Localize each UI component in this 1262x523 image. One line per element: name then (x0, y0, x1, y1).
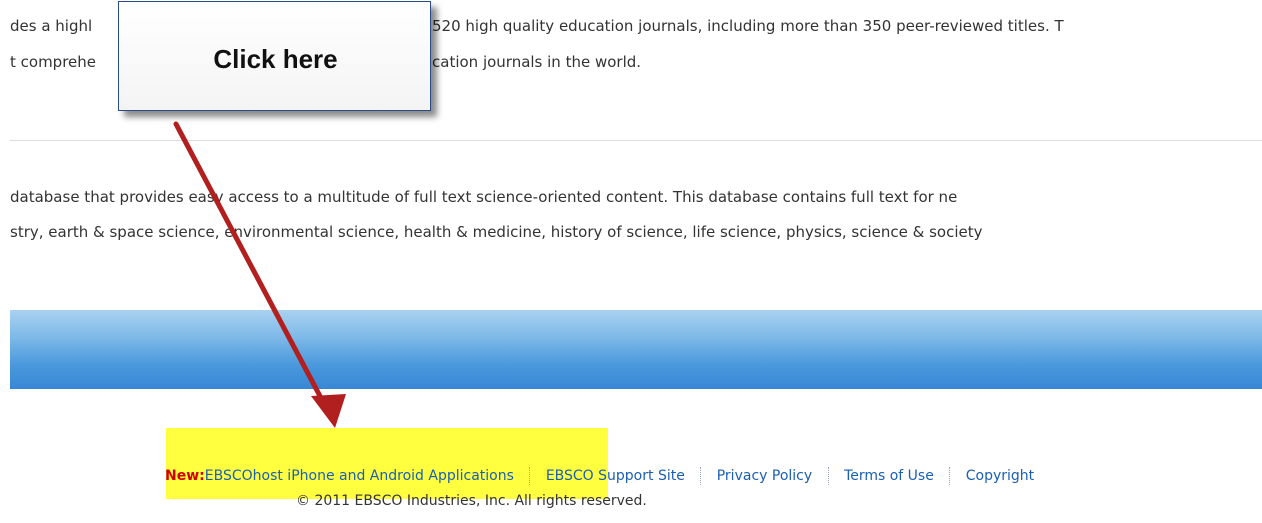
terms-of-use-link[interactable]: Terms of Use (844, 468, 934, 484)
science-description-line-2: stry, earth & space science, environment… (10, 223, 983, 241)
copyright-link[interactable]: Copyright (966, 468, 1034, 484)
new-link-highlight (166, 428, 608, 499)
footer-separator (827, 467, 829, 485)
footer-links: New:EBSCOhost iPhone and Android Applica… (165, 467, 1034, 485)
footer-separator (700, 467, 702, 485)
blue-footer-bar (10, 310, 1262, 389)
new-label: New: (165, 468, 205, 484)
privacy-policy-link[interactable]: Privacy Policy (717, 468, 812, 484)
callout-text: Click here (213, 44, 338, 74)
copyright-notice: © 2011 EBSCO Industries, Inc. All rights… (296, 493, 647, 509)
arrow-head (311, 394, 346, 428)
footer-separator (949, 467, 951, 485)
education-description-line-2-right: cation journals in the world. (432, 53, 642, 71)
section-divider (10, 140, 1262, 141)
ebsco-page: des a highl 520 high quality education j… (0, 0, 1262, 523)
footer-separator (529, 467, 531, 485)
education-description-line-1-left: des a highl (10, 17, 93, 35)
mobile-apps-link[interactable]: EBSCOhost iPhone and Android Application… (205, 468, 514, 484)
education-description-line-2-left: t comprehe (10, 53, 97, 71)
education-description-line-1-right: 520 high quality education journals, inc… (432, 17, 1064, 35)
click-here-callout: Click here (118, 1, 431, 111)
education-description-line-1: des a highl (10, 16, 92, 36)
science-description-line-1: database that provides easy access to a … (10, 188, 958, 206)
support-site-link[interactable]: EBSCO Support Site (546, 468, 685, 484)
